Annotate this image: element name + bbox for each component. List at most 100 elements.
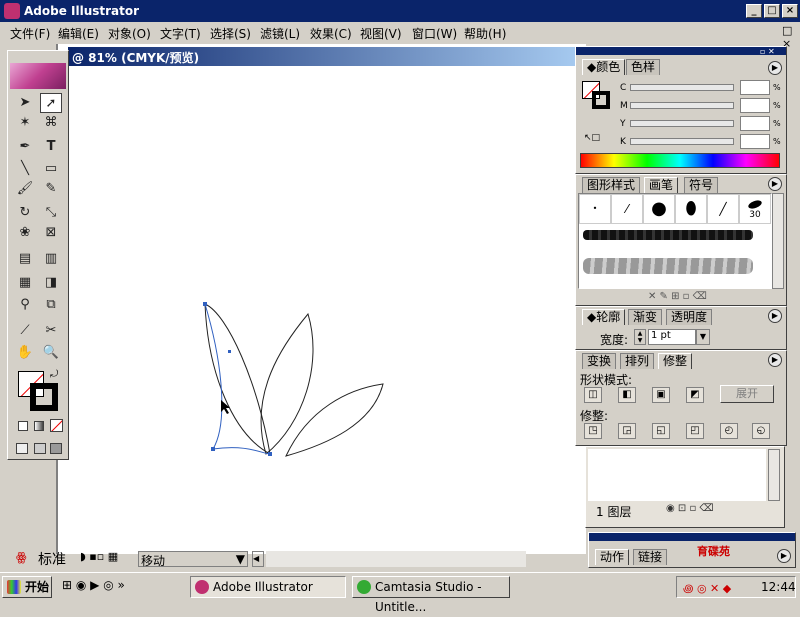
- tab-symbols[interactable]: 符号: [684, 177, 719, 193]
- gradient-mode-icon[interactable]: [34, 421, 44, 431]
- screen-mode-standard-icon[interactable]: [16, 443, 28, 454]
- brush-calligraphic-30[interactable]: 30: [739, 194, 771, 224]
- slider-m[interactable]: [630, 102, 734, 109]
- brush-oval[interactable]: ⬮: [675, 194, 707, 224]
- eyedropper-tool-icon[interactable]: ⚲: [14, 295, 36, 315]
- leaf-artwork[interactable]: [58, 44, 588, 544]
- tab-transform[interactable]: 变换: [582, 353, 617, 369]
- selection-tool-icon[interactable]: ➤: [14, 93, 36, 113]
- paintbrush-tool-icon[interactable]: 🖌: [14, 179, 36, 199]
- brush-dot-medium[interactable]: ●: [643, 194, 675, 224]
- rectangle-tool-icon[interactable]: ▭: [40, 159, 62, 179]
- menu-view[interactable]: 视图(V): [360, 25, 402, 42]
- horizontal-scrollbar[interactable]: [266, 551, 526, 567]
- layers-scrollbar[interactable]: [768, 449, 780, 501]
- divide-button[interactable]: ◳: [584, 423, 602, 439]
- value-y[interactable]: [740, 116, 770, 131]
- tab-links[interactable]: 链接: [633, 549, 668, 565]
- scissors-tool-icon[interactable]: ✂: [40, 321, 62, 341]
- pencil-tool-icon[interactable]: ✎: [40, 179, 62, 199]
- magic-wand-tool-icon[interactable]: ✶: [14, 113, 36, 133]
- close-button[interactable]: ×: [782, 4, 798, 18]
- trim-button[interactable]: ◲: [618, 423, 636, 439]
- layer-panel-actions[interactable]: ◉ ⊡ ▫ ⌫: [666, 503, 714, 514]
- expand-button[interactable]: 展开: [720, 385, 774, 403]
- outline-button[interactable]: ◴: [720, 423, 738, 439]
- intersect-shape-button[interactable]: ▣: [652, 387, 670, 403]
- free-transform-tool-icon[interactable]: ⊠: [40, 223, 62, 243]
- brush-calligraphic-thin[interactable]: ⁄: [611, 194, 643, 224]
- panel-menu-icon[interactable]: ▶: [768, 61, 782, 75]
- slider-y[interactable]: [630, 120, 734, 127]
- panel-menu-icon[interactable]: ▶: [768, 309, 782, 323]
- slice-tool-icon[interactable]: ⟋: [14, 321, 36, 341]
- scale-tool-icon[interactable]: ⤡: [40, 203, 62, 223]
- hand-tool-icon[interactable]: ✋: [14, 343, 36, 363]
- slider-k[interactable]: [630, 138, 734, 145]
- tab-pathfinder[interactable]: 修整: [658, 353, 693, 369]
- line-tool-icon[interactable]: ╲: [14, 159, 36, 179]
- value-c[interactable]: [740, 80, 770, 95]
- subtract-shape-button[interactable]: ◧: [618, 387, 636, 403]
- stroke-swatch[interactable]: [30, 383, 58, 411]
- blend-tool-icon[interactable]: ⧉: [40, 295, 62, 315]
- panel-close-icon[interactable]: ▫ ✕: [760, 47, 775, 56]
- screen-mode-full-menu-icon[interactable]: [34, 443, 46, 454]
- value-k[interactable]: [740, 134, 770, 149]
- symbol-sprayer-tool-icon[interactable]: ▤: [14, 249, 36, 269]
- value-m[interactable]: [740, 98, 770, 113]
- brush-line-diagonal[interactable]: ╱: [707, 194, 739, 224]
- panel-menu-icon[interactable]: ▶: [777, 549, 791, 563]
- start-button[interactable]: 开始: [2, 576, 52, 598]
- task-illustrator[interactable]: Adobe Illustrator: [190, 576, 346, 598]
- color-spectrum-bar[interactable]: [580, 153, 780, 168]
- tab-graphic-styles[interactable]: 图形样式: [582, 177, 641, 193]
- tab-align[interactable]: 排列: [620, 353, 655, 369]
- menu-effect[interactable]: 效果(C): [310, 25, 352, 42]
- panel-menu-icon[interactable]: ▶: [768, 353, 782, 367]
- stroke-weight-dropdown[interactable]: ▼: [696, 329, 710, 345]
- menu-edit[interactable]: 编辑(E): [58, 25, 99, 42]
- lasso-tool-icon[interactable]: ⌘: [40, 113, 62, 133]
- menu-filter[interactable]: 滤镜(L): [260, 25, 300, 42]
- tab-swatches[interactable]: 色样: [626, 59, 661, 75]
- maximize-button[interactable]: □: [764, 4, 780, 18]
- rotate-tool-icon[interactable]: ↻: [14, 203, 36, 223]
- task-camtasia[interactable]: Camtasia Studio - Untitle...: [352, 576, 510, 614]
- menu-help[interactable]: 帮助(H): [464, 25, 506, 42]
- minus-back-button[interactable]: ◵: [752, 423, 770, 439]
- type-tool-icon[interactable]: T: [40, 137, 62, 157]
- graph-tool-icon[interactable]: ▥: [40, 249, 62, 269]
- tool-status-dropdown[interactable]: 移动 ▼: [138, 551, 248, 568]
- pen-tool-icon[interactable]: ✒: [14, 137, 36, 157]
- app-icon[interactable]: [4, 3, 20, 19]
- screen-mode-full-icon[interactable]: [50, 443, 62, 454]
- color-mode-icon[interactable]: [18, 421, 28, 431]
- menu-select[interactable]: 选择(S): [210, 25, 251, 42]
- brush-dot-small[interactable]: •: [579, 194, 611, 224]
- warp-tool-icon[interactable]: ❀: [14, 223, 36, 243]
- crop-button[interactable]: ◰: [686, 423, 704, 439]
- zoom-label[interactable]: 标准: [38, 549, 66, 569]
- tab-gradient[interactable]: 渐变: [628, 309, 663, 325]
- quick-launch-icons[interactable]: ⊞ ◉ ▶ ◎ »: [62, 578, 125, 592]
- tab-transparency[interactable]: 透明度: [666, 309, 713, 325]
- gradient-tool-icon[interactable]: ◨: [40, 273, 62, 293]
- stroke-weight-input[interactable]: 1 pt: [648, 329, 696, 345]
- document-canvas[interactable]: [56, 44, 586, 554]
- none-mode-icon[interactable]: [50, 419, 63, 432]
- out-of-gamut-icon[interactable]: ↖□: [584, 133, 600, 143]
- tab-color[interactable]: ◆颜色: [582, 59, 626, 75]
- tray-icons[interactable]: ꩜ ◎ ✕ ◆: [683, 580, 731, 596]
- tab-brushes[interactable]: 画笔: [644, 177, 679, 193]
- direct-selection-tool-icon[interactable]: ➚: [40, 93, 62, 113]
- menu-object[interactable]: 对象(O): [108, 25, 151, 42]
- status-icons[interactable]: ◗ ▪▫ ▦: [80, 550, 118, 563]
- swap-fill-stroke-icon[interactable]: ⤾: [50, 369, 58, 380]
- fill-stroke-indicator[interactable]: [582, 81, 612, 111]
- mesh-tool-icon[interactable]: ▦: [14, 273, 36, 293]
- horizontal-scroll-left[interactable]: ◀: [252, 551, 264, 567]
- exclude-shape-button[interactable]: ◩: [686, 387, 704, 403]
- brush-charcoal[interactable]: [583, 230, 753, 240]
- slider-c[interactable]: [630, 84, 734, 91]
